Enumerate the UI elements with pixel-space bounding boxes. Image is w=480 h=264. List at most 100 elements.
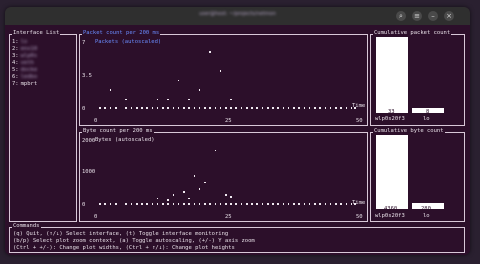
packet-point xyxy=(130,107,133,109)
packet-point xyxy=(188,98,190,101)
byte-point xyxy=(251,203,253,205)
byte-point xyxy=(340,203,342,205)
packet-chart-title: Packet count per 200 ms xyxy=(82,30,161,36)
packet-point xyxy=(277,107,279,109)
interface-list-item[interactable]: 3: wlp0s xyxy=(12,53,37,59)
packet-plot-area xyxy=(94,43,356,109)
packet-point xyxy=(293,107,295,109)
byte-point xyxy=(266,203,269,205)
byte-plot-area xyxy=(94,141,356,205)
byte-point xyxy=(198,188,201,190)
cumulative-packet-title: Cumulative packet count xyxy=(373,30,452,36)
byte-point xyxy=(104,203,107,205)
command-line-3: (Ctrl + +/-): Change plot widths, (Ctrl … xyxy=(13,245,235,251)
byte-point xyxy=(193,203,196,205)
byte-x-tick-50: 50 xyxy=(356,214,363,220)
byte-point xyxy=(141,203,143,205)
byte-point xyxy=(298,203,300,205)
terminal-window: user@host: ~/projects/netmon ⌕ ≡ – × Int… xyxy=(5,7,470,255)
packet-point xyxy=(329,107,332,109)
byte-chart-panel: Byte count per 200 ms Bytes (autoscaled)… xyxy=(79,128,368,222)
packet-point xyxy=(303,107,306,109)
cumulative-packet-label-lo: lo xyxy=(423,116,430,122)
packet-point xyxy=(177,107,180,109)
packet-point xyxy=(219,107,222,109)
byte-point xyxy=(324,203,327,205)
interface-name: ledbo xyxy=(20,74,38,80)
packet-point xyxy=(214,107,217,109)
packet-point xyxy=(230,98,232,101)
byte-point xyxy=(183,191,185,193)
packet-point xyxy=(256,107,259,109)
byte-point xyxy=(135,203,138,205)
interface-list-item[interactable]: 6: ledbo xyxy=(12,74,37,80)
interface-index: 3: xyxy=(12,53,19,59)
packet-point xyxy=(308,107,311,109)
menu-icon[interactable]: ≡ xyxy=(412,11,422,21)
packet-point xyxy=(345,107,348,109)
packet-point xyxy=(245,107,248,109)
interface-list-item[interactable]: 5: docke xyxy=(12,67,37,73)
packet-point xyxy=(172,107,175,109)
byte-y-tick-bottom: 0 xyxy=(82,202,86,208)
packet-point xyxy=(251,107,253,109)
close-icon[interactable]: × xyxy=(444,11,454,21)
search-icon[interactable]: ⌕ xyxy=(396,11,406,21)
interface-list-item[interactable]: 2: enx10 xyxy=(12,46,37,52)
cumulative-byte-label-lo: lo xyxy=(423,213,430,219)
interface-list-panel: Interface List 1: lo 2: enx10 3: wlp0s 4: veth 5… xyxy=(9,30,77,222)
interface-index: 1: xyxy=(12,39,19,45)
packet-point xyxy=(156,98,159,101)
interface-name: lo xyxy=(20,39,28,45)
packet-point xyxy=(183,107,185,109)
interface-index: 5: xyxy=(12,67,19,73)
byte-point xyxy=(214,203,217,205)
packet-point xyxy=(141,107,143,109)
byte-point xyxy=(162,203,164,205)
packet-point xyxy=(135,107,138,109)
interface-list-item[interactable]: 7: mpbrt xyxy=(12,81,37,87)
packet-point xyxy=(151,107,154,109)
byte-point xyxy=(354,203,356,205)
interface-name: docke xyxy=(20,67,38,73)
byte-point xyxy=(146,203,148,205)
byte-point xyxy=(256,203,259,205)
byte-point xyxy=(230,196,232,198)
packet-point xyxy=(167,107,169,109)
byte-point xyxy=(303,203,306,205)
packet-point xyxy=(209,107,211,109)
minimize-icon[interactable]: – xyxy=(428,11,438,21)
interface-index: 4: xyxy=(12,60,19,66)
byte-point xyxy=(167,199,169,201)
byte-point xyxy=(172,203,175,205)
packet-point xyxy=(240,107,243,109)
byte-point xyxy=(204,203,206,205)
packet-point xyxy=(204,107,206,109)
cumulative-byte-value-lo: 280 xyxy=(421,206,431,212)
byte-point xyxy=(198,203,201,205)
packet-point xyxy=(99,107,101,109)
commands-panel: Commands (q) Quit, (↑/↓) Select interfac… xyxy=(9,223,465,253)
packet-point xyxy=(324,107,327,109)
command-line-2: (b/p) Select plot zoom context, (a) Togg… xyxy=(13,238,255,244)
packet-point xyxy=(104,107,107,109)
byte-point xyxy=(177,203,180,205)
byte-point xyxy=(167,203,169,205)
byte-point xyxy=(235,203,238,205)
packet-point xyxy=(125,98,128,101)
byte-point xyxy=(151,203,154,205)
packet-chart-panel: Packet count per 200 ms Packets (autosca… xyxy=(79,30,368,126)
interface-index: 7: xyxy=(12,81,19,87)
byte-x-tick-25: 25 xyxy=(225,214,232,220)
packet-x-tick-50: 50 xyxy=(356,118,363,124)
packet-x-tick-0: 0 xyxy=(94,118,98,124)
cumulative-byte-label-wlp0s20f3: wlp0s20f3 xyxy=(375,213,405,219)
byte-point xyxy=(319,203,321,205)
byte-point xyxy=(314,203,316,205)
interface-list-item[interactable]: 1: lo xyxy=(12,39,27,45)
packet-point xyxy=(298,107,300,109)
interface-list-item[interactable]: 4: veth xyxy=(12,60,34,66)
packet-point xyxy=(198,89,201,91)
packet-point xyxy=(261,107,264,109)
byte-point xyxy=(99,203,101,205)
